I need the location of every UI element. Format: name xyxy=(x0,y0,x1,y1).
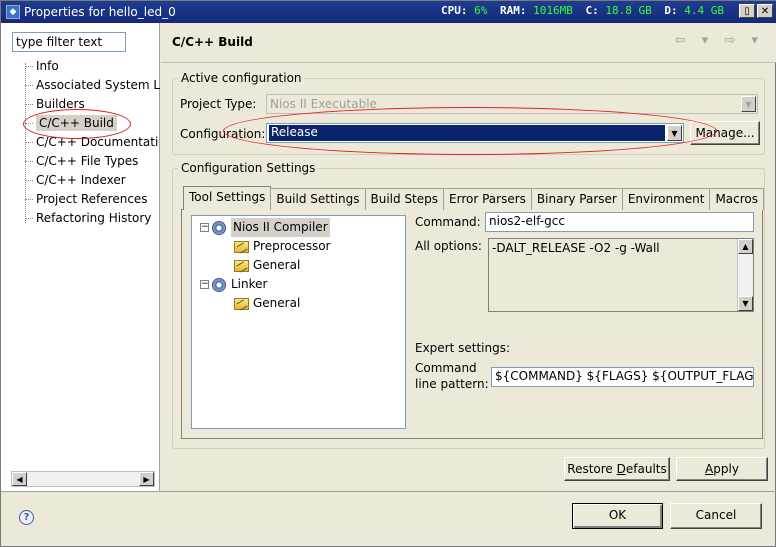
tree-item-refactoring-history[interactable]: Refactoring History xyxy=(23,209,160,228)
page-title: C/C++ Build xyxy=(172,35,253,49)
group-title: Configuration Settings xyxy=(181,161,316,175)
title-bar: ◆ Properties for hello_led_0 CPU: 6% RAM… xyxy=(1,1,776,23)
tree-item-label: C/C++ Documentati xyxy=(36,135,159,149)
tool-tree-item-linker[interactable]: − Linker xyxy=(200,275,267,294)
configuration-label: Configuration: xyxy=(180,127,266,141)
all-options-textarea[interactable]: -DALT_RELEASE -O2 -g -Wall ▲ ▼ xyxy=(488,238,754,312)
collapse-icon[interactable]: − xyxy=(200,280,209,289)
sysmon-value: 6% xyxy=(474,4,488,17)
tool-tree: − Nios II Compiler Preprocessor General … xyxy=(191,215,406,429)
properties-dialog: ◆ Properties for hello_led_0 CPU: 6% RAM… xyxy=(0,0,776,547)
tool-tree-item-label: General xyxy=(253,258,301,272)
sysmon-label: D: xyxy=(664,4,678,17)
property-page-tree: Info Associated System L Builders C/C++ … xyxy=(1,23,160,491)
project-type-label: Project Type: xyxy=(180,97,257,111)
tree-item-label: Project References xyxy=(36,192,148,206)
option-folder-icon xyxy=(234,297,249,310)
tree-item-label: Associated System L xyxy=(36,78,161,92)
configuration-value: Release xyxy=(269,125,665,141)
window-title: Properties for hello_led_0 xyxy=(24,5,176,19)
sysmon-label: RAM: xyxy=(500,4,527,17)
manage-button[interactable]: Manage... xyxy=(690,121,760,145)
command-label: Command: xyxy=(415,215,481,229)
configuration-combo[interactable]: Release ▼ xyxy=(266,123,684,143)
tree-item-label: C/C++ Indexer xyxy=(36,173,126,187)
tab-error-parsers[interactable]: Error Parsers xyxy=(443,188,532,210)
tool-tree-item-label: General xyxy=(253,296,301,310)
group-title: Active configuration xyxy=(181,71,302,85)
settings-tabs: Tool Settings Build Settings Build Steps… xyxy=(183,186,765,210)
scroll-left-icon[interactable]: ◀ xyxy=(12,472,27,486)
cancel-button[interactable]: Cancel xyxy=(670,503,762,529)
expert-settings-label: Expert settings: xyxy=(415,341,511,355)
tool-tree-item-preprocessor[interactable]: Preprocessor xyxy=(234,237,330,256)
history-nav-icon[interactable]: ⇦ ▾ ⇨ ▾ xyxy=(675,33,764,48)
tool-tree-item-label: Preprocessor xyxy=(253,239,331,253)
tab-build-steps[interactable]: Build Steps xyxy=(364,188,445,210)
tree-horizontal-scrollbar[interactable]: ◀ ▶ xyxy=(11,471,155,487)
close-button[interactable]: ✕ xyxy=(757,4,773,18)
tree-item-project-references[interactable]: Project References xyxy=(23,190,160,209)
tree-item-label: Builders xyxy=(36,97,85,111)
filter-input[interactable] xyxy=(12,32,126,52)
tab-tool-settings[interactable]: Tool Settings xyxy=(183,186,272,210)
sysmon-value: 4.4 GB xyxy=(684,4,724,17)
tab-build-settings[interactable]: Build Settings xyxy=(270,188,366,210)
all-options-scrollbar[interactable]: ▲ ▼ xyxy=(737,239,753,311)
sysmon-value: 1016MB xyxy=(533,4,573,17)
tool-tree-item-linker-general[interactable]: General xyxy=(234,294,300,313)
chevron-down-icon: ▼ xyxy=(741,96,756,112)
system-monitor: CPU: 6% RAM: 1016MB C: 18.8 GB D: 4.4 GB xyxy=(441,4,730,17)
tool-tree-item-compiler[interactable]: − Nios II Compiler xyxy=(200,218,330,237)
tool-tree-item-label: Linker xyxy=(231,277,268,291)
line-pattern-label: line pattern: xyxy=(415,377,489,391)
tree-item-cpp-file-types[interactable]: C/C++ File Types xyxy=(23,152,160,171)
tab-macros[interactable]: Macros xyxy=(709,188,765,210)
scroll-up-icon[interactable]: ▲ xyxy=(738,239,753,254)
command-line-label: Command xyxy=(415,361,477,375)
apply-button[interactable]: Apply xyxy=(676,457,768,481)
window-controls: ▯ ✕ xyxy=(739,4,773,18)
tree-item-label: Info xyxy=(36,59,59,73)
eclipse-window-icon: ◆ xyxy=(6,5,20,19)
sysmon-label: C: xyxy=(585,4,599,17)
scroll-right-icon[interactable]: ▶ xyxy=(139,472,154,486)
option-folder-icon xyxy=(234,240,249,253)
all-options-value: -DALT_RELEASE -O2 -g -Wall xyxy=(492,241,660,255)
tree-item-builders[interactable]: Builders xyxy=(23,95,160,114)
tree-item-label: Refactoring History xyxy=(36,211,152,225)
sysmon-value: 18.8 GB xyxy=(605,4,652,17)
tree-item-cpp-build[interactable]: C/C++ Build xyxy=(23,114,160,133)
command-line-pattern-input[interactable]: ${COMMAND} ${FLAGS} ${OUTPUT_FLAG}${ xyxy=(491,367,754,387)
restore-defaults-button[interactable]: Restore Defaults xyxy=(564,457,670,481)
page-header: C/C++ Build ⇦ ▾ ⇨ ▾ xyxy=(161,23,776,63)
ok-button[interactable]: OK xyxy=(572,503,663,529)
tree-item-label: C/C++ File Types xyxy=(36,154,139,168)
maximize-button[interactable]: ▯ xyxy=(739,4,755,18)
tool-tree-item-label: Nios II Compiler xyxy=(231,218,330,237)
command-input[interactable]: nios2-elf-gcc xyxy=(485,212,754,232)
tree-item-associated-system[interactable]: Associated System L xyxy=(23,76,160,95)
all-options-label: All options: xyxy=(415,239,482,253)
chevron-down-icon[interactable]: ▼ xyxy=(667,125,682,141)
tab-environment[interactable]: Environment xyxy=(621,188,711,210)
tree-list: Info Associated System L Builders C/C++ … xyxy=(23,57,160,228)
tree-item-label: C/C++ Build xyxy=(36,115,117,131)
tree-item-cpp-indexer[interactable]: C/C++ Indexer xyxy=(23,171,160,190)
collapse-icon[interactable]: − xyxy=(200,223,209,232)
tab-binary-parser[interactable]: Binary Parser xyxy=(530,188,623,210)
project-type-combo: Nios II Executable ▼ xyxy=(266,94,758,114)
tree-item-cpp-documentation[interactable]: C/C++ Documentati xyxy=(23,133,160,152)
gear-icon xyxy=(212,277,226,292)
help-icon[interactable]: ? xyxy=(19,510,34,525)
divider xyxy=(1,491,776,492)
scroll-down-icon[interactable]: ▼ xyxy=(738,296,753,311)
tree-item-info[interactable]: Info xyxy=(23,57,160,76)
sysmon-label: CPU: xyxy=(441,4,468,17)
option-folder-icon xyxy=(234,259,249,272)
project-type-value: Nios II Executable xyxy=(270,97,377,111)
tool-tree-item-compiler-general[interactable]: General xyxy=(234,256,300,275)
gear-icon xyxy=(212,220,226,235)
